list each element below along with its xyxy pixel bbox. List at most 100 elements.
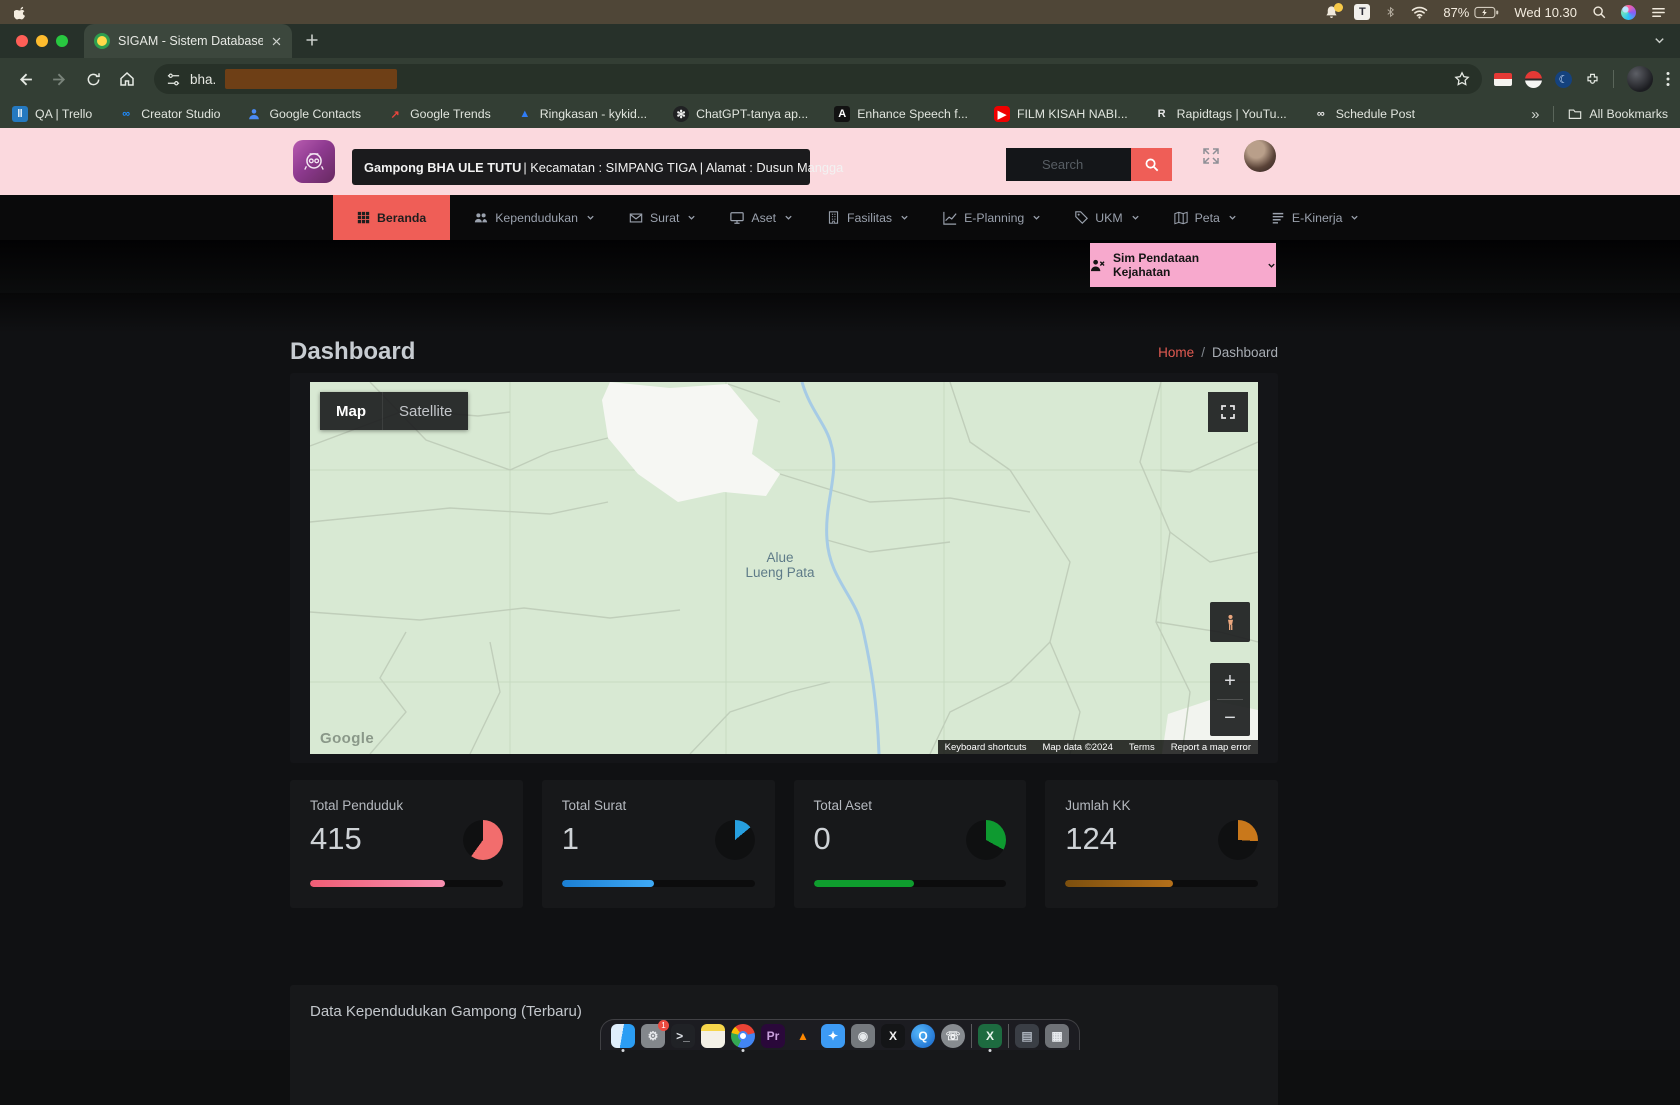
minimize-window-button[interactable] bbox=[36, 35, 48, 47]
dock-item[interactable] bbox=[971, 1024, 972, 1048]
dock-item[interactable] bbox=[1008, 1024, 1009, 1048]
dock-item[interactable] bbox=[731, 1024, 755, 1048]
dock-item[interactable]: ⚙ 1 bbox=[641, 1024, 665, 1048]
report-map-error-link[interactable]: Report a map error bbox=[1171, 742, 1251, 753]
reload-button[interactable] bbox=[78, 64, 108, 94]
profile-avatar[interactable] bbox=[1627, 66, 1653, 92]
dock-running-dot bbox=[622, 1049, 625, 1052]
nav-item[interactable]: Surat bbox=[619, 195, 706, 240]
nav-item[interactable]: Beranda bbox=[333, 195, 450, 240]
map-type-map-button[interactable]: Map bbox=[320, 392, 382, 430]
bookmark-favicon: ▲ bbox=[517, 106, 533, 122]
dock-item[interactable]: ▦ bbox=[1045, 1024, 1069, 1048]
dock-item[interactable]: ◉ bbox=[851, 1024, 875, 1048]
darkmode-extension-icon[interactable]: ☾ bbox=[1555, 71, 1572, 88]
bookmark-label: Google Trends bbox=[410, 107, 491, 121]
breadcrumb-home-link[interactable]: Home bbox=[1158, 345, 1194, 360]
nav-item[interactable]: UKM bbox=[1065, 195, 1149, 240]
bookmark-item[interactable]: ∞ Schedule Post bbox=[1313, 106, 1415, 122]
bookmarks-overflow-chevron[interactable]: » bbox=[1531, 106, 1539, 123]
control-center-icon[interactable] bbox=[1651, 5, 1666, 20]
nav-item[interactable]: Fasilitas bbox=[817, 195, 919, 240]
address-bar[interactable]: bha. bbox=[154, 64, 1482, 94]
zoom-in-button[interactable]: + bbox=[1210, 663, 1250, 699]
map-type-satellite-button[interactable]: Satellite bbox=[382, 392, 468, 430]
dock-item[interactable]: ✦ bbox=[821, 1024, 845, 1048]
home-button[interactable] bbox=[112, 64, 142, 94]
nav-item-label: E-Kinerja bbox=[1292, 211, 1343, 225]
bookmark-item[interactable]: ‖ QA | Trello bbox=[12, 106, 92, 122]
dock-item[interactable]: Q bbox=[911, 1024, 935, 1048]
browser-tab[interactable]: SIGAM - Sistem Database Ga bbox=[84, 24, 292, 58]
street-view-pegman-button[interactable] bbox=[1210, 602, 1250, 642]
wifi-icon[interactable] bbox=[1411, 6, 1428, 19]
bookmark-item[interactable]: ↗ Google Trends bbox=[387, 106, 491, 122]
bookmark-item[interactable]: R Rapidtags | YouTu... bbox=[1154, 106, 1287, 122]
all-bookmarks-button[interactable]: All Bookmarks bbox=[1568, 107, 1668, 121]
indonesia-flag-extension-icon[interactable] bbox=[1494, 73, 1512, 86]
dock-item[interactable]: Pr bbox=[761, 1024, 785, 1048]
dock-item[interactable]: X bbox=[978, 1024, 1002, 1048]
extensions-area: ☾ bbox=[1494, 66, 1670, 92]
close-window-button[interactable] bbox=[16, 35, 28, 47]
bookmark-item[interactable]: A Enhance Speech f... bbox=[834, 106, 968, 122]
user-avatar[interactable] bbox=[1244, 140, 1276, 172]
chrome-tabstrip: SIGAM - Sistem Database Ga bbox=[0, 24, 1680, 58]
fullscreen-expand-icon[interactable] bbox=[1202, 147, 1220, 165]
apple-menu-icon[interactable] bbox=[14, 5, 27, 20]
dock-item[interactable]: ▲ bbox=[791, 1024, 815, 1048]
site-settings-icon[interactable] bbox=[166, 72, 181, 87]
nav-item[interactable]: Kependudukan bbox=[464, 195, 605, 240]
back-button[interactable] bbox=[10, 64, 40, 94]
keyboard-shortcuts-link[interactable]: Keyboard shortcuts bbox=[945, 742, 1027, 753]
bookmark-item[interactable]: ▲ Ringkasan - kykid... bbox=[517, 106, 647, 122]
siri-icon[interactable] bbox=[1621, 5, 1636, 20]
map-data-label: Map data ©2024 bbox=[1042, 742, 1112, 753]
dock-item[interactable]: >_ bbox=[671, 1024, 695, 1048]
extensions-puzzle-icon[interactable] bbox=[1585, 72, 1600, 87]
google-map[interactable]: Alue Lueng Pata Map Satellite + − Google… bbox=[310, 382, 1258, 754]
tab-favicon bbox=[94, 33, 110, 49]
chevron-down-icon bbox=[900, 213, 909, 222]
zoom-window-button[interactable] bbox=[56, 35, 68, 47]
spotlight-icon[interactable] bbox=[1592, 5, 1606, 19]
nav-item[interactable]: Peta bbox=[1164, 195, 1247, 240]
bookmark-item[interactable]: Google Contacts bbox=[246, 106, 361, 122]
bluetooth-icon[interactable] bbox=[1385, 5, 1396, 19]
bookmark-item[interactable]: ▶ FILM KISAH NABI... bbox=[994, 106, 1128, 122]
pokeball-extension-icon[interactable] bbox=[1525, 71, 1542, 88]
chrome-menu-icon[interactable] bbox=[1666, 71, 1670, 87]
search-input[interactable] bbox=[1006, 148, 1131, 181]
tab-close-icon[interactable] bbox=[271, 36, 282, 47]
nav-item[interactable]: E-Kinerja bbox=[1261, 195, 1370, 240]
map-fullscreen-button[interactable] bbox=[1208, 392, 1248, 432]
menubar-clock[interactable]: Wed 10.30 bbox=[1514, 5, 1577, 20]
dock-item[interactable] bbox=[701, 1024, 725, 1048]
bookmark-item[interactable]: ✻ ChatGPT-tanya ap... bbox=[673, 106, 808, 122]
bookmark-item[interactable]: ∞ Creator Studio bbox=[118, 106, 220, 122]
dock-item[interactable]: ☏ bbox=[941, 1024, 965, 1048]
search-button[interactable] bbox=[1131, 148, 1172, 181]
teams-status-icon[interactable]: T bbox=[1354, 4, 1370, 20]
stat-progress-track bbox=[814, 880, 1007, 887]
dock-item[interactable]: X bbox=[881, 1024, 905, 1048]
bookmark-star-icon[interactable] bbox=[1454, 71, 1470, 87]
new-tab-button[interactable] bbox=[304, 32, 320, 48]
nav-item[interactable]: Aset bbox=[720, 195, 803, 240]
dock-item[interactable] bbox=[611, 1024, 635, 1048]
terms-link[interactable]: Terms bbox=[1129, 742, 1155, 753]
nav-item[interactable]: E-Planning bbox=[933, 195, 1051, 240]
battery-indicator[interactable]: 87% bbox=[1443, 5, 1499, 20]
site-logo[interactable] bbox=[293, 140, 335, 183]
crime-data-button[interactable]: Sim Pendataan Kejahatan bbox=[1090, 243, 1276, 287]
macos-menubar: T 87% Wed 10.30 bbox=[0, 0, 1680, 24]
zoom-out-button[interactable]: − bbox=[1210, 700, 1250, 736]
chevron-down-icon bbox=[687, 213, 696, 222]
gampong-info-bar: Gampong BHA ULE TUTU | Kecamatan : SIMPA… bbox=[352, 149, 810, 185]
tab-search-chevron-icon[interactable] bbox=[1653, 34, 1666, 47]
nav-item-icon bbox=[943, 211, 957, 225]
dock-item[interactable]: ▤ bbox=[1015, 1024, 1039, 1048]
map-place-label-line1: Alue bbox=[766, 550, 793, 565]
notification-bell-icon[interactable] bbox=[1324, 5, 1339, 20]
forward-button[interactable] bbox=[44, 64, 74, 94]
